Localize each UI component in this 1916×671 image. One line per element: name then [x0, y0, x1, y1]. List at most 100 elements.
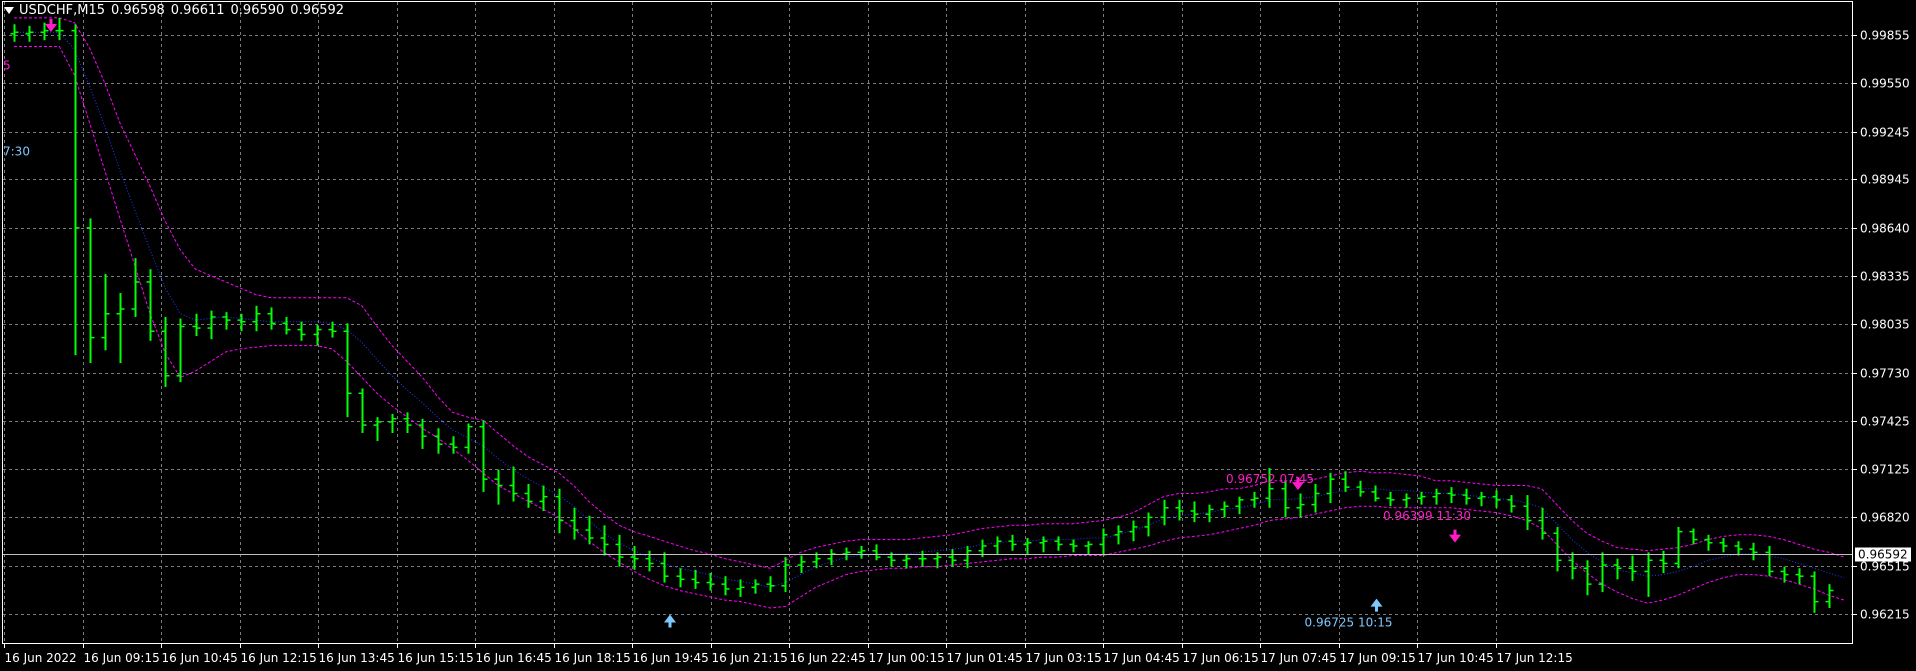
time-tick-label: 16 Jun 09:15 [84, 651, 160, 665]
time-tick-label: 16 Jun 18:15 [555, 651, 631, 665]
collapse-triangle-icon[interactable] [4, 7, 14, 14]
ohlc-bar [1099, 528, 1108, 556]
ohlc-bar [1160, 499, 1169, 526]
ohlc-bar [570, 507, 579, 540]
ohlc-bar [101, 273, 110, 351]
ohlc-bar [1054, 536, 1063, 551]
ohlc-bar [449, 436, 458, 454]
ohlc-bar [116, 293, 125, 364]
time-tick-label: 16 Jun 12:15 [241, 651, 317, 665]
price-tick-label: 0.98945 [1860, 173, 1910, 187]
ohlc-bar [55, 17, 64, 41]
envelope-bands [14, 17, 1845, 609]
ohlc-bar [539, 485, 548, 511]
ohlc-bar [161, 316, 170, 387]
time-tick-label: 16 Jun 2022 [5, 651, 77, 665]
up-arrow-icon [664, 614, 676, 628]
ohlc-bar [1432, 488, 1441, 505]
price-annotation: 0.96725 10:15 [1305, 615, 1393, 629]
close-value: 0.96592 [290, 3, 345, 18]
price-tick-label: 0.98035 [1860, 318, 1910, 332]
price-annotation: 7:30 [3, 145, 30, 159]
price-annotation: 0.96399 11:30 [1383, 509, 1471, 523]
ohlc-bar [1583, 560, 1592, 596]
ohlc-bar [766, 576, 775, 593]
ohlc-bar [827, 549, 836, 566]
price-axis[interactable]: 0.99855 0.99550 0.99245 0.98945 0.98640 0.983… [1852, 29, 1910, 622]
price-tick-label: 0.96215 [1860, 608, 1910, 622]
ohlc-bar [660, 552, 669, 583]
symbol-header: USDCHF,M15 0.96598 0.96611 0.96590 0.96592 [4, 3, 350, 18]
ohlc-bar [1069, 539, 1078, 553]
symbol-label: USDCHF,M15 [19, 3, 105, 18]
price-chart[interactable]: 5 7:30 0.96752 07:45 0.96399 11:30 0.96725 1… [0, 0, 1916, 671]
ohlc-bar [751, 579, 760, 594]
band-lower [14, 46, 1845, 609]
time-tick-label: 17 Jun 06:15 [1183, 651, 1259, 665]
ohlc-bar [1477, 491, 1486, 507]
ohlc-bar [418, 418, 427, 449]
ohlc-bar [373, 417, 382, 441]
price-tick-label: 0.97730 [1860, 367, 1910, 381]
ohlc-bar [1205, 504, 1214, 523]
ohlc-bar [1326, 472, 1335, 504]
ohlc-bar [948, 549, 957, 567]
ohlc-bar [313, 324, 322, 346]
ohlc-bar [1447, 487, 1456, 504]
ohlc-bar [781, 557, 790, 593]
price-tick-label: 0.99855 [1860, 29, 1910, 43]
time-tick-label: 16 Jun 21:15 [712, 651, 788, 665]
ohlc-bar [388, 413, 397, 434]
price-tick-label: 0.97425 [1860, 415, 1910, 429]
ohlc-bar [1462, 488, 1471, 505]
time-tick-label: 16 Jun 15:15 [398, 651, 474, 665]
ohlc-bar [1235, 496, 1244, 515]
time-tick-label: 16 Jun 13:45 [319, 651, 395, 665]
price-tick-label: 0.96820 [1860, 511, 1910, 525]
ohlc-bar [1613, 558, 1622, 580]
ohlc-bar [1780, 566, 1789, 583]
ohlc-bar [1553, 526, 1562, 572]
ohlc-bar [282, 316, 291, 335]
ohlc-bar [842, 547, 851, 561]
time-tick-label: 17 Jun 01:45 [947, 651, 1023, 665]
time-tick-label: 17 Jun 00:15 [869, 651, 945, 665]
ohlc-bar [267, 307, 276, 330]
ohlc-bar [86, 218, 95, 364]
ohlc-bar [146, 269, 155, 341]
ohlc-bar [343, 323, 352, 418]
mid-line [14, 31, 1845, 588]
ohlc-bar [615, 534, 624, 567]
price-annotation: 5 [3, 59, 11, 73]
ohlc-bar [1810, 571, 1819, 613]
ohlc-bar [1371, 485, 1380, 502]
time-tick-label: 17 Jun 03:15 [1026, 651, 1102, 665]
ohlc-bar [797, 555, 806, 574]
ohlc-bar [585, 515, 594, 545]
ohlc-bar [1311, 483, 1320, 513]
ohlc-bar [918, 550, 927, 567]
ohlc-bar [1538, 507, 1547, 540]
band-upper [14, 17, 1845, 569]
ohlc-bar [1492, 490, 1501, 508]
ohlc-bar [1644, 552, 1653, 597]
ohlc-bar [192, 313, 201, 337]
ohlc-bar [645, 550, 654, 572]
price-tick-label: 0.96515 [1860, 560, 1910, 574]
ohlc-bar [1190, 501, 1199, 523]
ohlc-bar [71, 24, 80, 356]
time-tick-label: 17 Jun 09:15 [1340, 651, 1416, 665]
ohlc-bar [1704, 534, 1713, 551]
ohlc-bar [464, 423, 473, 454]
price-annotation: 0.96752 07:45 [1226, 472, 1314, 486]
price-tick-label: 0.98640 [1860, 222, 1910, 236]
time-tick-label: 16 Jun 19:45 [633, 651, 709, 665]
time-axis[interactable]: 16 Jun 2022 16 Jun 09:15 16 Jun 10:45 16 Ju… [4, 643, 1573, 665]
price-tick-label: 0.99245 [1860, 126, 1910, 140]
chart-window[interactable]: 5 7:30 0.96752 07:45 0.96399 11:30 0.96725 1… [0, 0, 1916, 671]
arrow-head [1370, 598, 1383, 607]
ohlc-bars [10, 17, 1834, 613]
ohlc-bar [857, 545, 866, 559]
time-tick-label: 17 Jun 10:45 [1418, 651, 1494, 665]
time-tick-label: 17 Jun 04:45 [1104, 651, 1180, 665]
